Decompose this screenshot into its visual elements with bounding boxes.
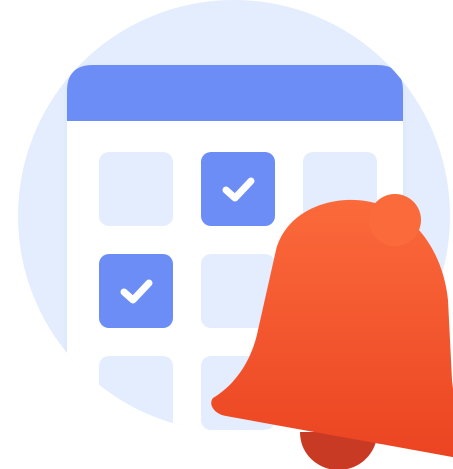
illustration-canvas: [18, 0, 453, 469]
calendar-header: [67, 65, 403, 121]
calendar-reminder-illustration: [0, 0, 453, 469]
calendar-cell-checked: [99, 254, 173, 328]
calendar-cell-checked: [201, 152, 275, 226]
bell-knob: [369, 194, 421, 246]
calendar-cell: [99, 356, 173, 430]
calendar-cell: [99, 152, 173, 226]
